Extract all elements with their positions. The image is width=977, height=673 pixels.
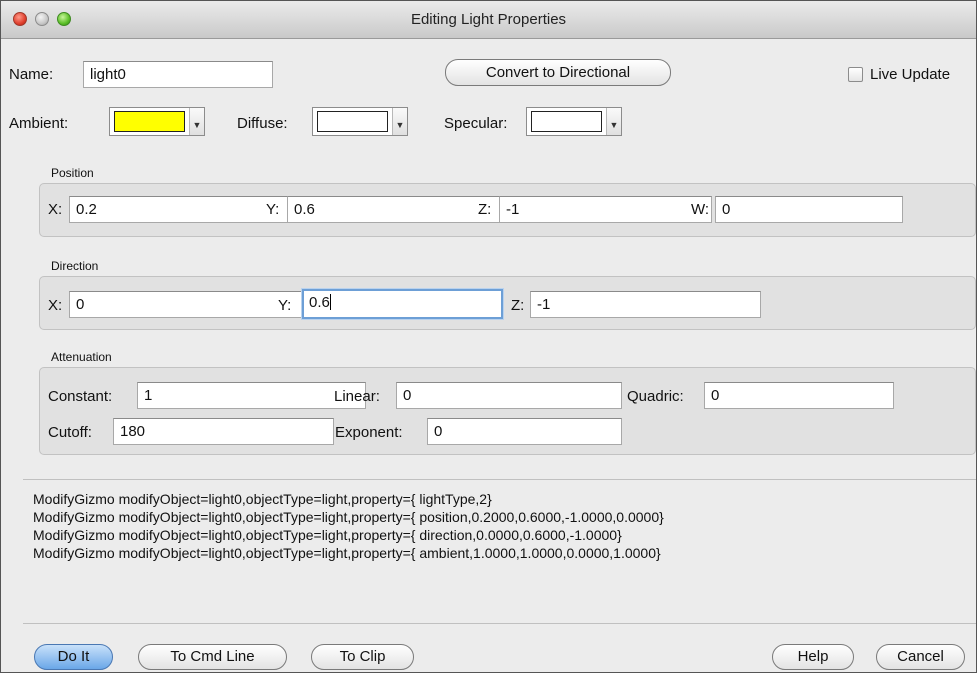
specular-label: Specular: bbox=[444, 115, 508, 132]
window-title: Editing Light Properties bbox=[410, 11, 567, 28]
attenuation-group: Constant: 1 Linear: 0 Quadric: 0 Cutoff:… bbox=[39, 367, 976, 455]
position-z-field[interactable]: -1 bbox=[499, 196, 712, 223]
do-it-button[interactable]: Do It bbox=[34, 644, 113, 670]
ambient-dropdown-arrow-icon: ▼ bbox=[189, 108, 204, 135]
cancel-button[interactable]: Cancel bbox=[876, 644, 965, 670]
text-caret bbox=[329, 294, 331, 310]
specular-color-swatch bbox=[531, 111, 602, 132]
position-x-field[interactable]: 0.2 bbox=[69, 196, 296, 223]
live-update-label: Live Update bbox=[870, 66, 951, 83]
attenuation-group-title: Attenuation bbox=[51, 350, 112, 364]
diffuse-dropdown-arrow-icon: ▼ bbox=[392, 108, 407, 135]
direction-group: X: 0 Y: 0.6 Z: -1 bbox=[39, 276, 976, 330]
constant-label: Constant: bbox=[48, 388, 113, 405]
diffuse-color-swatch bbox=[317, 111, 388, 132]
position-group-title: Position bbox=[51, 166, 94, 180]
log-line: ModifyGizmo modifyObject=light0,objectTy… bbox=[33, 509, 664, 525]
log-line: ModifyGizmo modifyObject=light0,objectTy… bbox=[33, 545, 661, 561]
direction-x-label: X: bbox=[48, 297, 63, 314]
help-button[interactable]: Help bbox=[772, 644, 854, 670]
direction-x-field[interactable]: 0 bbox=[69, 291, 309, 318]
diffuse-label: Diffuse: bbox=[237, 115, 288, 132]
to-cmd-line-button[interactable]: To Cmd Line bbox=[138, 644, 287, 670]
constant-field[interactable]: 1 bbox=[137, 382, 366, 409]
quadric-field[interactable]: 0 bbox=[704, 382, 894, 409]
to-clip-button[interactable]: To Clip bbox=[311, 644, 414, 670]
name-label: Name: bbox=[9, 66, 54, 83]
direction-group-title: Direction bbox=[51, 259, 99, 273]
dialog-window: Editing Light Properties Name: light0 Co… bbox=[0, 0, 977, 673]
log-line: ModifyGizmo modifyObject=light0,objectTy… bbox=[33, 491, 492, 507]
linear-label: Linear: bbox=[334, 388, 380, 405]
direction-y-label: Y: bbox=[278, 297, 292, 314]
name-field[interactable]: light0 bbox=[83, 61, 273, 88]
ambient-label: Ambient: bbox=[9, 115, 69, 132]
position-group: X: 0.2 Y: 0.6 Z: -1 W: 0 bbox=[39, 183, 976, 237]
specular-color-popup[interactable]: ▼ bbox=[526, 107, 622, 136]
command-log[interactable]: ModifyGizmo modifyObject=light0,objectTy… bbox=[23, 479, 976, 624]
position-z-label: Z: bbox=[478, 201, 492, 218]
linear-field[interactable]: 0 bbox=[396, 382, 622, 409]
position-y-label: Y: bbox=[266, 201, 280, 218]
position-x-label: X: bbox=[48, 201, 63, 218]
exponent-label: Exponent: bbox=[335, 424, 403, 441]
live-update-checkbox[interactable] bbox=[848, 67, 863, 82]
ambient-color-popup[interactable]: ▼ bbox=[109, 107, 205, 136]
cutoff-label: Cutoff: bbox=[48, 424, 92, 441]
convert-to-directional-button[interactable]: Convert to Directional bbox=[445, 59, 671, 86]
cutoff-field[interactable]: 180 bbox=[113, 418, 334, 445]
direction-z-label: Z: bbox=[511, 297, 525, 314]
quadric-label: Quadric: bbox=[627, 388, 684, 405]
position-w-field[interactable]: 0 bbox=[715, 196, 903, 223]
position-w-label: W: bbox=[691, 201, 710, 218]
log-line: ModifyGizmo modifyObject=light0,objectTy… bbox=[33, 527, 622, 543]
title-bar[interactable]: Editing Light Properties bbox=[1, 1, 976, 39]
direction-z-field[interactable]: -1 bbox=[530, 291, 761, 318]
specular-dropdown-arrow-icon: ▼ bbox=[606, 108, 621, 135]
direction-y-value: 0.6 bbox=[309, 294, 330, 311]
position-y-field[interactable]: 0.6 bbox=[287, 196, 500, 223]
diffuse-color-popup[interactable]: ▼ bbox=[312, 107, 408, 136]
ambient-color-swatch bbox=[114, 111, 185, 132]
exponent-field[interactable]: 0 bbox=[427, 418, 622, 445]
direction-y-field[interactable]: 0.6 bbox=[302, 289, 503, 319]
